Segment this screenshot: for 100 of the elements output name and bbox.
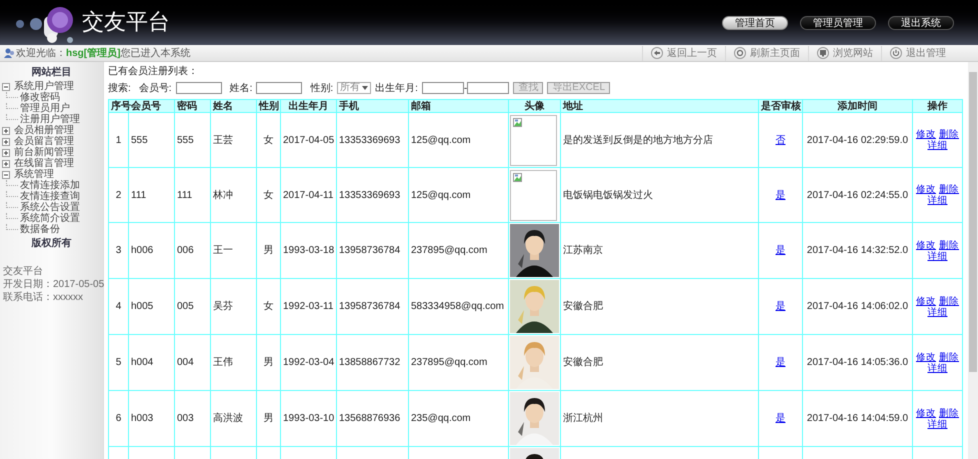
action-link[interactable]: 删除: [939, 352, 959, 362]
toolbar-button[interactable]: 浏览网站: [808, 46, 881, 60]
table-cell: 125@qq.com: [408, 112, 508, 168]
table-cell: 004: [174, 334, 210, 390]
table-cell: 男: [256, 222, 280, 278]
table-cell: 583334958@qq.com: [408, 278, 508, 334]
audit-link[interactable]: 是: [776, 190, 786, 200]
action-link[interactable]: 详细: [928, 250, 948, 262]
date-field[interactable]: [467, 82, 510, 94]
field-label: 姓名:: [230, 82, 252, 96]
info-text: 交友平台: [3, 266, 44, 277]
column-header: 操作: [912, 100, 962, 112]
refresh-icon: [734, 47, 746, 59]
broken-image-icon: [513, 118, 522, 126]
collapse-icon[interactable]: [2, 82, 10, 90]
nav-tab[interactable]: 管理首页: [722, 16, 788, 30]
table-cell: 125@qq.com: [408, 168, 508, 222]
column-header: 地址: [560, 100, 758, 112]
table-cell: 2: [108, 168, 128, 222]
expand-icon[interactable]: [2, 148, 10, 156]
text-field[interactable]: [176, 82, 222, 94]
collapse-icon[interactable]: [2, 170, 10, 178]
gender-select[interactable]: 所有: [337, 82, 372, 94]
column-header: 头像: [508, 100, 560, 112]
toolbar-button[interactable]: 返回上一页: [642, 46, 725, 60]
date-field[interactable]: [422, 82, 464, 94]
action-link[interactable]: 修改: [916, 296, 936, 306]
table-cell: 2017-04-05: [280, 112, 336, 168]
table-cell: 4: [108, 278, 128, 334]
action-link[interactable]: 修改: [916, 129, 936, 140]
table-cell: 女: [256, 168, 280, 222]
table-cell: 2017-04-11: [280, 168, 336, 222]
action-link[interactable]: 删除: [939, 129, 959, 140]
table-cell: 王芸: [210, 112, 256, 168]
action-link[interactable]: 删除: [939, 184, 959, 195]
table-cell: h006: [128, 222, 174, 278]
table-cell: 吴芬: [210, 278, 256, 334]
scrollbar[interactable]: [968, 62, 978, 459]
audit-link[interactable]: 是: [776, 245, 786, 256]
copyright-text: 版权所有: [30, 237, 72, 250]
table-cell: 1992-03-04: [280, 334, 336, 390]
audit-link[interactable]: 是: [776, 357, 786, 368]
table-cell: 1: [108, 112, 128, 168]
audit-link[interactable]: 否: [776, 134, 786, 146]
welcome-label: 欢迎光临：: [16, 46, 66, 60]
list-caption: 已有会员注册列表：: [108, 65, 199, 79]
action-link[interactable]: 修改: [916, 240, 936, 250]
expand-icon[interactable]: [2, 160, 10, 168]
column-header: 添加时间: [802, 100, 912, 112]
table-cell: 2017-04-16 14:04:59.0: [802, 390, 912, 446]
expand-icon[interactable]: [2, 126, 10, 134]
table-cell: 林冲: [210, 168, 256, 222]
action-link[interactable]: 删除: [939, 408, 959, 418]
broken-image-icon: [513, 172, 522, 182]
column-header: 性别: [256, 100, 280, 112]
column-header: 密码: [174, 100, 210, 112]
table-cell: 王伟: [210, 334, 256, 390]
range-separator: -: [464, 82, 468, 96]
tree-item[interactable]: 数据备份: [20, 222, 60, 237]
table-cell: 13353369693: [336, 168, 408, 222]
field-label: 性别:: [310, 82, 334, 96]
table-cell: 13568876936: [336, 390, 408, 446]
action-link[interactable]: 删除: [939, 240, 959, 250]
table-cell: 1993-03-10: [280, 390, 336, 446]
table-cell: 高洪波: [210, 390, 256, 446]
scroll-thumb[interactable]: [969, 72, 977, 372]
toolbar-button[interactable]: 刷新主页面: [725, 46, 808, 60]
field-label: 会员号:: [138, 82, 172, 96]
action-link[interactable]: 删除: [939, 296, 959, 306]
table-cell: h005: [128, 278, 174, 334]
nav-tab[interactable]: 退出系统: [888, 16, 954, 30]
audit-link[interactable]: 是: [776, 301, 786, 312]
table-cell: 2017-04-16 14:32:52.0: [802, 222, 912, 278]
column-header: 序号: [108, 100, 128, 112]
action-link[interactable]: 修改: [916, 408, 936, 418]
expand-icon[interactable]: [2, 138, 10, 146]
action-link[interactable]: 修改: [916, 184, 936, 195]
nav-tab[interactable]: 管理员管理: [800, 16, 876, 30]
table-cell: 13858867732: [336, 334, 408, 390]
info-text: 联系电话：xxxxxx: [3, 292, 84, 303]
table-cell: h003: [128, 390, 174, 446]
action-link[interactable]: 详细: [928, 362, 948, 374]
toolbar-button[interactable]: 退出管理: [881, 46, 954, 60]
user-name: hsg[管理员]: [66, 46, 120, 60]
action-link[interactable]: 详细: [928, 418, 948, 430]
audit-link[interactable]: 是: [776, 413, 786, 424]
table-cell: 2017-04-16 14:06:02.0: [802, 278, 912, 334]
text-field[interactable]: [256, 82, 302, 94]
action-link[interactable]: 修改: [916, 352, 936, 362]
monitor-icon: [817, 47, 829, 59]
table-cell: h004: [128, 334, 174, 390]
table-cell: 2017-04-16 02:24:55.0: [802, 168, 912, 222]
table-cell: 安徽合肥: [560, 278, 758, 334]
action-link[interactable]: 详细: [928, 195, 948, 206]
action-link[interactable]: 详细: [928, 306, 948, 318]
caret-icon: [362, 86, 368, 90]
action-link[interactable]: 详细: [928, 140, 948, 151]
table-cell: 111: [174, 168, 210, 222]
table-cell: 是的发送到反倒是的地方地方分店: [560, 112, 758, 168]
column-header: 邮箱: [408, 100, 508, 112]
